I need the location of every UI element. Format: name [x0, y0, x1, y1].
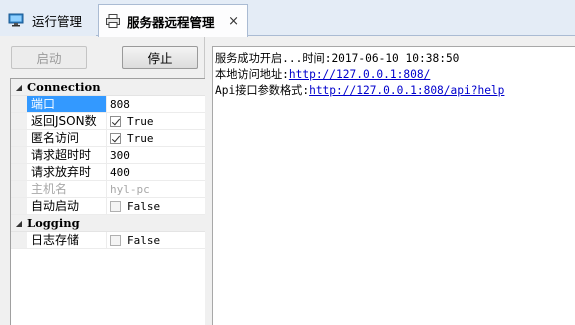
- api-help-link[interactable]: http://127.0.0.1:808/api?help: [309, 84, 504, 97]
- tab-label: 服务器远程管理: [127, 14, 215, 30]
- printer-icon: [105, 13, 121, 29]
- property-row-hostname[interactable]: 主机名 hyl-pc: [11, 181, 205, 198]
- start-button[interactable]: 启动: [11, 46, 87, 69]
- tab-label: 运行管理: [32, 13, 83, 29]
- checkbox[interactable]: [110, 234, 121, 246]
- log-line: 本地访问地址:http://127.0.0.1:808/: [215, 68, 431, 81]
- checkbox[interactable]: [110, 200, 121, 212]
- property-row-return-json[interactable]: 返回JSON数 True: [11, 113, 205, 130]
- property-row-auto-start[interactable]: 自动启动 False: [11, 198, 205, 215]
- property-name[interactable]: 请求放弃时: [27, 164, 107, 180]
- category-logging[interactable]: ◢ Logging: [11, 215, 205, 232]
- property-value[interactable]: 400: [107, 164, 205, 180]
- property-name[interactable]: 日志存储: [27, 232, 107, 248]
- property-value[interactable]: False: [107, 198, 205, 214]
- stop-button[interactable]: 停止: [122, 46, 198, 69]
- property-value[interactable]: 300: [107, 147, 205, 163]
- property-row-request-abandon[interactable]: 请求放弃时 400: [11, 164, 205, 181]
- tab-server-remote-management[interactable]: 服务器远程管理 ×: [98, 4, 248, 37]
- left-panel: 启动 停止 ◢ Connection 端口 808 返回JSON数 True 匿…: [0, 37, 205, 325]
- property-row-port[interactable]: 端口 808: [11, 96, 205, 113]
- property-name[interactable]: 端口: [27, 96, 107, 112]
- local-address-link[interactable]: http://127.0.0.1:808/: [289, 68, 430, 81]
- property-row-log-storage[interactable]: 日志存储 False: [11, 232, 205, 249]
- tab-run-management[interactable]: 运行管理: [0, 4, 96, 36]
- collapse-triangle-icon[interactable]: ◢: [11, 218, 27, 228]
- property-row-request-timeout[interactable]: 请求超时时 300: [11, 147, 205, 164]
- tab-strip: 运行管理 服务器远程管理 ×: [0, 0, 575, 37]
- checkbox[interactable]: [110, 115, 121, 127]
- category-connection[interactable]: ◢ Connection: [11, 79, 205, 96]
- property-name[interactable]: 匿名访问: [27, 130, 107, 146]
- property-row-anonymous-access[interactable]: 匿名访问 True: [11, 130, 205, 147]
- property-name[interactable]: 自动启动: [27, 198, 107, 214]
- close-icon[interactable]: ×: [228, 14, 239, 29]
- property-value[interactable]: False: [107, 232, 205, 248]
- property-value[interactable]: 808: [107, 96, 205, 112]
- log-line: Api接口参数格式:http://127.0.0.1:808/api?help: [215, 84, 505, 97]
- category-label: Logging: [27, 216, 80, 230]
- collapse-triangle-icon[interactable]: ◢: [11, 82, 27, 92]
- property-value[interactable]: True: [107, 130, 205, 146]
- property-value: hyl-pc: [110, 182, 150, 196]
- property-name[interactable]: 返回JSON数: [27, 113, 107, 129]
- property-name[interactable]: 主机名: [27, 181, 107, 197]
- property-grid: ◢ Connection 端口 808 返回JSON数 True 匿名访问 Tr…: [10, 78, 205, 325]
- log-line: 服务成功开启...时间:2017-06-10 10:38:50: [215, 52, 460, 65]
- property-value[interactable]: True: [107, 113, 205, 129]
- log-output[interactable]: 服务成功开启...时间:2017-06-10 10:38:50 本地访问地址:h…: [212, 46, 575, 325]
- property-name[interactable]: 请求超时时: [27, 147, 107, 163]
- checkbox[interactable]: [110, 132, 121, 144]
- category-label: Connection: [27, 80, 101, 94]
- monitor-icon: [8, 12, 24, 28]
